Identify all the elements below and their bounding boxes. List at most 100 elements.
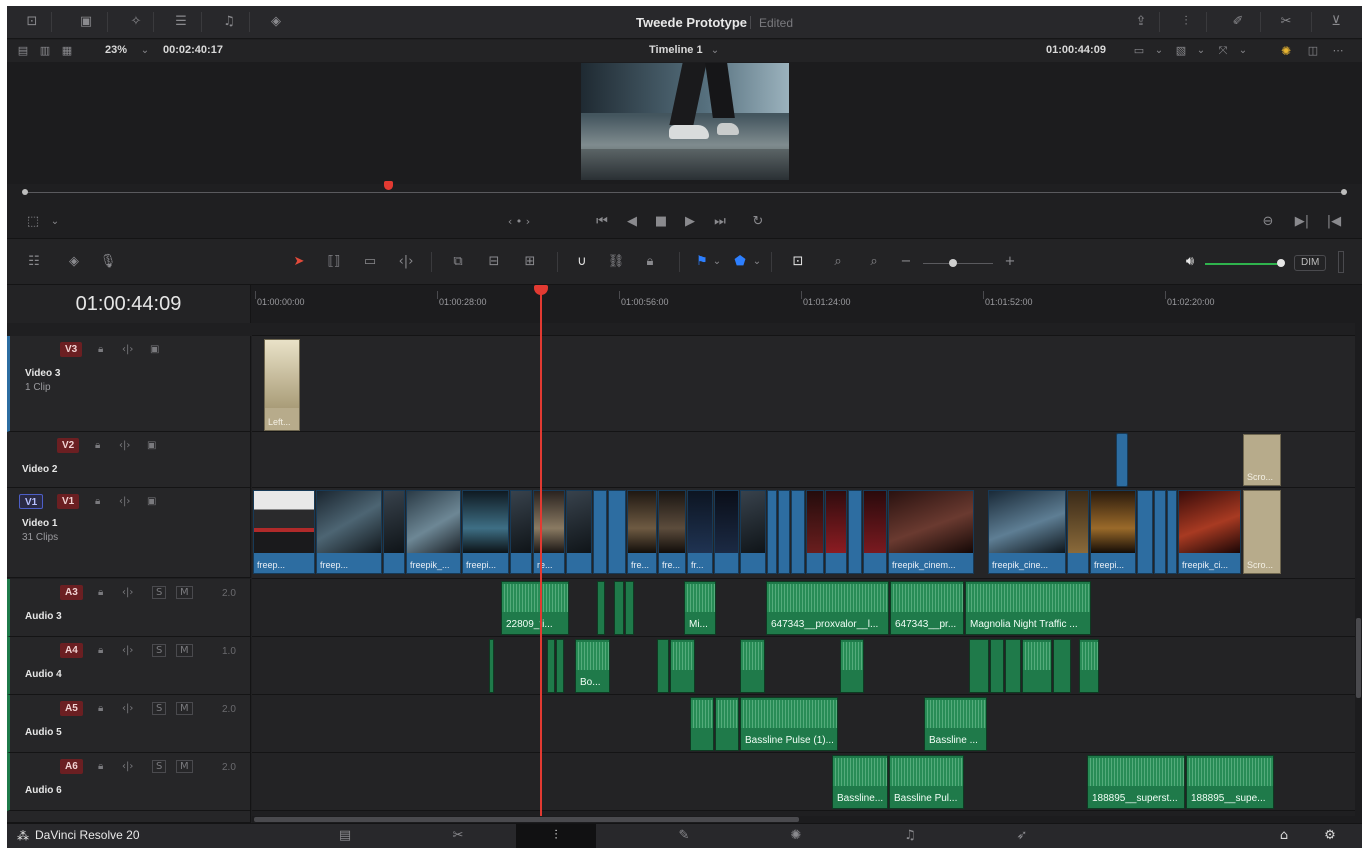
tab-color[interactable]: ✺ — [761, 824, 831, 848]
track-header-a4[interactable]: A4 🔒︎ ‹|› S M 1.0 Audio 4 — [7, 637, 251, 695]
dynamic-trim-icon[interactable]: ▭ — [359, 254, 381, 270]
auto-select-icon[interactable]: ‹|› — [122, 703, 133, 714]
track-header-v2[interactable]: V2 🔒︎ ‹|› ▣ Video 2 — [7, 432, 251, 488]
tab-media[interactable]: ▤ — [310, 824, 380, 848]
audio-clip[interactable] — [690, 697, 714, 751]
split-view-icon[interactable]: ◫ — [1305, 43, 1321, 59]
tab-fairlight[interactable]: ♫ — [875, 824, 945, 848]
track-enable-icon[interactable]: ▣ — [147, 440, 156, 451]
video-clip[interactable] — [825, 490, 847, 574]
trim-tool-icon[interactable]: ⟦⟧ — [323, 254, 345, 270]
chevron-down-icon[interactable]: ⌄ — [711, 254, 723, 270]
video-clip[interactable]: fre... — [658, 490, 686, 574]
marker-icon[interactable]: ⬟ — [733, 254, 747, 270]
video-clip[interactable] — [566, 490, 592, 574]
audio-clip[interactable]: 188895__superst... — [1087, 755, 1185, 809]
solo-button[interactable]: S — [152, 702, 167, 715]
magic-wand-icon[interactable]: ✧ — [127, 14, 145, 30]
track-enable-icon[interactable]: ▣ — [147, 496, 156, 507]
video-clip[interactable] — [806, 490, 824, 574]
audio-clip[interactable] — [489, 639, 494, 693]
track-header-a6[interactable]: A6 🔒︎ ‹|› S M 2.0 Audio 6 — [7, 753, 251, 811]
track-lock-icon[interactable]: 🔒︎ — [98, 761, 103, 772]
speaker-icon[interactable]: 🔊︎ — [1181, 254, 1199, 270]
video-clip[interactable] — [1067, 490, 1089, 574]
audio-clip[interactable] — [740, 639, 765, 693]
effects-icon[interactable]: ▣ — [77, 14, 95, 30]
loop-icon[interactable]: ↻ — [749, 214, 767, 230]
track-header-v1[interactable]: V1 V1 🔒︎ ‹|› ▣ Video 1 31 Clips — [7, 488, 251, 578]
video-clip[interactable]: freep... — [316, 490, 382, 574]
zoom-slider-handle[interactable] — [949, 259, 957, 267]
auto-select-icon[interactable]: ‹|› — [119, 496, 130, 507]
previous-edit-icon[interactable]: |◀ — [1325, 214, 1343, 230]
video-clip[interactable]: freepi... — [1090, 490, 1136, 574]
track-lock-icon[interactable]: 🔒︎ — [95, 496, 100, 507]
fx-overlay-icon[interactable]: ▧ — [1173, 43, 1189, 59]
track-lock-icon[interactable]: 🔒︎ — [95, 440, 100, 451]
mute-button[interactable]: M — [176, 702, 193, 715]
video-clip[interactable]: fre... — [627, 490, 657, 574]
replace-clip-icon[interactable]: ⊞ — [519, 254, 541, 270]
video-clip[interactable]: fr... — [687, 490, 713, 574]
zoom-full-icon[interactable]: ⊡ — [787, 254, 809, 270]
audio-clip[interactable] — [1053, 639, 1071, 693]
track-header-a3[interactable]: A3 🔒︎ ‹|› S M 2.0 Audio 3 — [7, 579, 251, 637]
video-clip[interactable]: freep... — [253, 490, 315, 574]
mute-button[interactable]: M — [176, 760, 193, 773]
audio-clip[interactable]: Bassline ... — [924, 697, 987, 751]
track-lock-icon[interactable]: 🔒︎ — [98, 645, 103, 656]
match-frame-icon[interactable]: ⊖ — [1259, 214, 1277, 230]
viewer-size-icon[interactable]: ⬚ — [25, 214, 41, 230]
audio-clip[interactable]: Bassline Pul... — [889, 755, 964, 809]
track-lane-v3[interactable] — [252, 336, 1355, 432]
viewer-mode-icon[interactable]: ▭ — [1131, 43, 1147, 59]
track-badge[interactable]: A6 — [60, 759, 83, 774]
dim-button[interactable]: DIM — [1294, 255, 1327, 271]
audio-clip[interactable]: Bassline Pulse (1)... — [740, 697, 838, 751]
video-clip[interactable]: freepik_cinem... — [888, 490, 974, 574]
track-badge[interactable]: V1 — [57, 494, 80, 509]
audio-clip[interactable]: 647343__pr... — [890, 581, 964, 635]
mute-button[interactable]: M — [176, 586, 193, 599]
stop-icon[interactable]: ■ — [652, 214, 670, 230]
auto-select-icon[interactable]: ‹|› — [119, 440, 130, 451]
more-options-icon[interactable]: ⋯ — [1329, 43, 1347, 59]
settings-gear-icon[interactable]: ⚙ — [1321, 828, 1339, 844]
track-header-v3[interactable]: V3 🔒︎ ‹|› ▣ Video 3 1 Clip — [7, 336, 251, 432]
zoom-detail-icon[interactable]: ⌕ — [827, 254, 849, 270]
voiceover-mic-icon[interactable]: 🎙︎ — [99, 254, 117, 270]
volume-handle[interactable] — [1277, 259, 1285, 267]
track-lock-icon[interactable]: 🔒︎ — [98, 344, 103, 355]
zoom-in-icon[interactable]: + — [1003, 254, 1017, 270]
video-clip[interactable] — [383, 490, 405, 574]
home-icon[interactable]: ⌂ — [1275, 828, 1293, 844]
snapping-icon[interactable]: ∪ — [573, 254, 591, 270]
audio-clip[interactable]: Bo... — [575, 639, 610, 693]
video-clip[interactable]: Scro... — [1243, 490, 1281, 574]
track-header-a5[interactable]: A5 🔒︎ ‹|› S M 2.0 Audio 5 — [7, 695, 251, 753]
chevron-down-icon[interactable]: ⌄ — [1237, 43, 1249, 59]
viewer-scrubber[interactable] — [7, 181, 1362, 206]
timeline-playhead[interactable] — [540, 291, 542, 816]
metadata-icon[interactable]: ✐ — [1229, 14, 1247, 30]
audio-clip[interactable] — [840, 639, 864, 693]
track-enable-icon[interactable]: ▣ — [150, 344, 159, 355]
zoom-custom-icon[interactable]: ⌕ — [863, 254, 885, 270]
zoom-slider-track[interactable] — [923, 263, 993, 264]
track-badge[interactable]: V2 — [57, 438, 80, 453]
video-clip[interactable] — [848, 490, 862, 574]
audio-clip[interactable] — [657, 639, 669, 693]
audio-clip[interactable] — [990, 639, 1004, 693]
chevron-down-icon[interactable]: ⌄ — [1153, 43, 1165, 59]
in-handle[interactable] — [22, 189, 28, 195]
keyframes-icon[interactable]: ◈ — [267, 14, 285, 30]
play-reverse-icon[interactable]: ◀ — [623, 214, 641, 230]
insert-clip-icon[interactable]: ⧉ — [447, 254, 469, 270]
inspector-icon[interactable]: ✂ — [1277, 14, 1295, 30]
audio-clip[interactable]: 22809_ti... — [501, 581, 569, 635]
track-badge[interactable]: V3 — [60, 342, 83, 357]
linked-selection-icon[interactable]: ⛓ — [607, 254, 625, 270]
track-lane-v2[interactable] — [252, 432, 1355, 488]
next-edit-icon[interactable]: ▶| — [1293, 214, 1311, 230]
